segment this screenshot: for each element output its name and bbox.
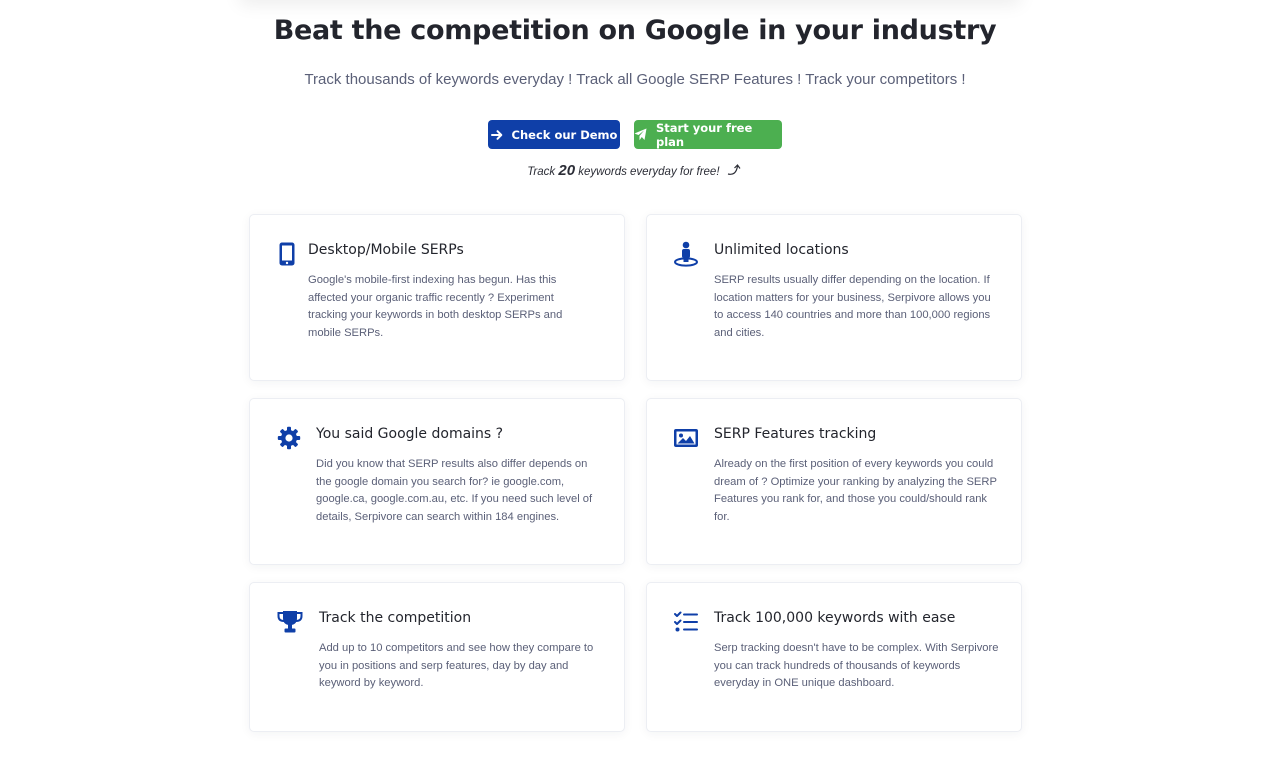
start-free-plan-label: Start your free plan: [656, 120, 753, 149]
feature-card-serp-features: SERP Features tracking Already on the fi…: [646, 398, 1022, 565]
start-free-plan-button[interactable]: Start your free plan: [634, 120, 782, 149]
arrow-right-icon: [490, 129, 503, 141]
check-demo-label: Check our Demo: [511, 127, 618, 142]
feature-text: Did you know that SERP results also diff…: [316, 458, 593, 523]
feature-text: SERP results usually differ depending on…: [714, 274, 991, 339]
page-title: Beat the competition on Google in your i…: [273, 15, 997, 46]
trophy-icon: [277, 609, 303, 635]
feature-card-domains: You said Google domains ? Did you know t…: [249, 398, 625, 565]
feature-title: Track the competition: [319, 610, 472, 626]
free-note-number: 20: [558, 162, 576, 179]
mobile-phone-icon: [274, 241, 300, 267]
check-demo-button[interactable]: Check our Demo: [488, 120, 620, 149]
free-note-prefix: Track: [527, 166, 556, 178]
feature-title: You said Google domains ?: [316, 426, 504, 442]
free-note-suffix: keywords everyday for free!: [578, 166, 720, 178]
image-icon: [673, 425, 699, 451]
feature-text: Add up to 10 competitors and see how the…: [319, 642, 594, 689]
street-view-icon: [673, 241, 699, 267]
feature-title: Unlimited locations: [714, 242, 849, 258]
paper-plane-icon: [634, 128, 647, 141]
feature-text: Serp tracking doesn't have to be complex…: [714, 642, 999, 689]
curved-arrow-icon: [727, 163, 743, 180]
feature-title: Track 100,000 keywords with ease: [714, 610, 956, 626]
feature-card-keywords: Track 100,000 keywords with ease Serp tr…: [646, 582, 1022, 732]
feature-card-competition: Track the competition Add up to 10 compe…: [249, 582, 625, 732]
feature-text: Already on the first position of every k…: [714, 458, 997, 523]
feature-card-locations: Unlimited locations SERP results usually…: [646, 214, 1022, 381]
feature-title: SERP Features tracking: [714, 426, 877, 442]
checklist-icon: [673, 609, 699, 635]
gear-icon: [276, 425, 302, 451]
feature-card-desktop-mobile: Desktop/Mobile SERPs Google's mobile-fir…: [249, 214, 625, 381]
feature-title: Desktop/Mobile SERPs: [308, 242, 464, 258]
page-subtitle: Track thousands of keywords everyday ! T…: [304, 71, 966, 88]
feature-text: Google's mobile-first indexing has begun…: [308, 274, 563, 339]
free-plan-note: Track 20 keywords everyday for free!: [0, 162, 1270, 180]
